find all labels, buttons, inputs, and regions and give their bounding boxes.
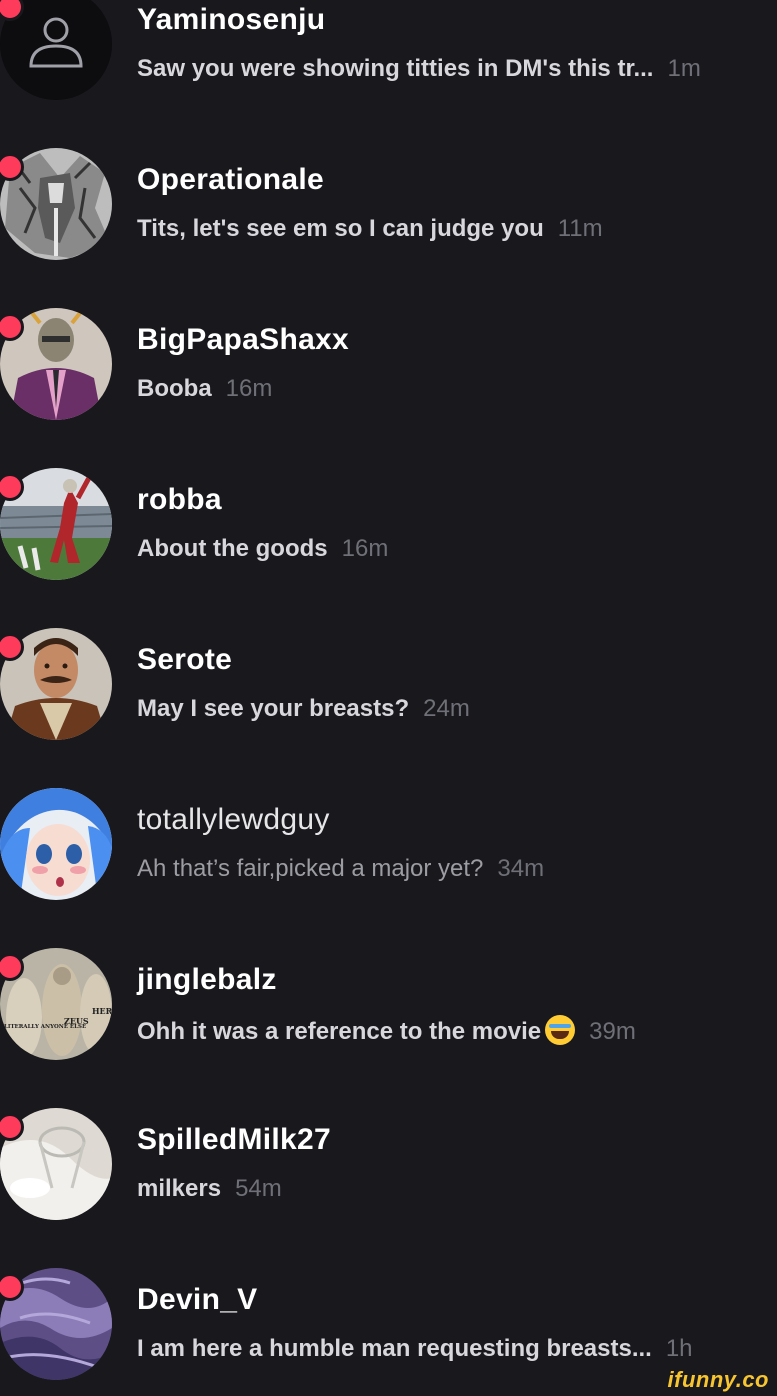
conversation-row[interactable]: robba About the goods 16m	[0, 365, 777, 580]
conversation-row[interactable]: Yaminosenju Saw you were showing titties…	[0, 0, 777, 100]
contact-name: BigPapaShaxx	[137, 323, 350, 356]
conversation-row[interactable]: totallylewdguy Ah that’s fair,picked a m…	[0, 685, 777, 900]
contact-name: robba	[137, 483, 222, 516]
contact-name: totallylewdguy	[137, 803, 330, 836]
message-time: 1h	[665, 1335, 693, 1362]
conversation-row[interactable]: Operationale Tits, let's see em so I can…	[0, 45, 777, 260]
conversation-row[interactable]: Serote May I see your breasts? 24m	[0, 525, 777, 740]
conversation-row[interactable]: SpilledMilk27 milkers 54m	[0, 1005, 777, 1220]
contact-name: Yaminosenju	[137, 3, 326, 36]
contact-name: Serote	[137, 643, 233, 676]
message-preview: I am here a humble man requesting breast…	[137, 1335, 652, 1362]
conversation-row[interactable]: Devin_V I am here a humble man requestin…	[0, 1165, 777, 1380]
conversation-row[interactable]: HERA ZEUS LITERALLY ANYONE ELSE jingleba…	[0, 845, 777, 1060]
ifunny-watermark: ifunny.co	[667, 1367, 769, 1392]
contact-name: Devin_V	[137, 1283, 258, 1316]
contact-name: SpilledMilk27	[137, 1123, 331, 1156]
conversation-row[interactable]: BigPapaShaxx Booba 16m	[0, 205, 777, 420]
contact-name: Operationale	[137, 163, 324, 196]
message-preview-line: I am here a humble man requesting breast…	[137, 1335, 777, 1363]
conversation-list: Yaminosenju Saw you were showing titties…	[0, 0, 777, 1396]
contact-name: jinglebalz	[137, 963, 277, 996]
